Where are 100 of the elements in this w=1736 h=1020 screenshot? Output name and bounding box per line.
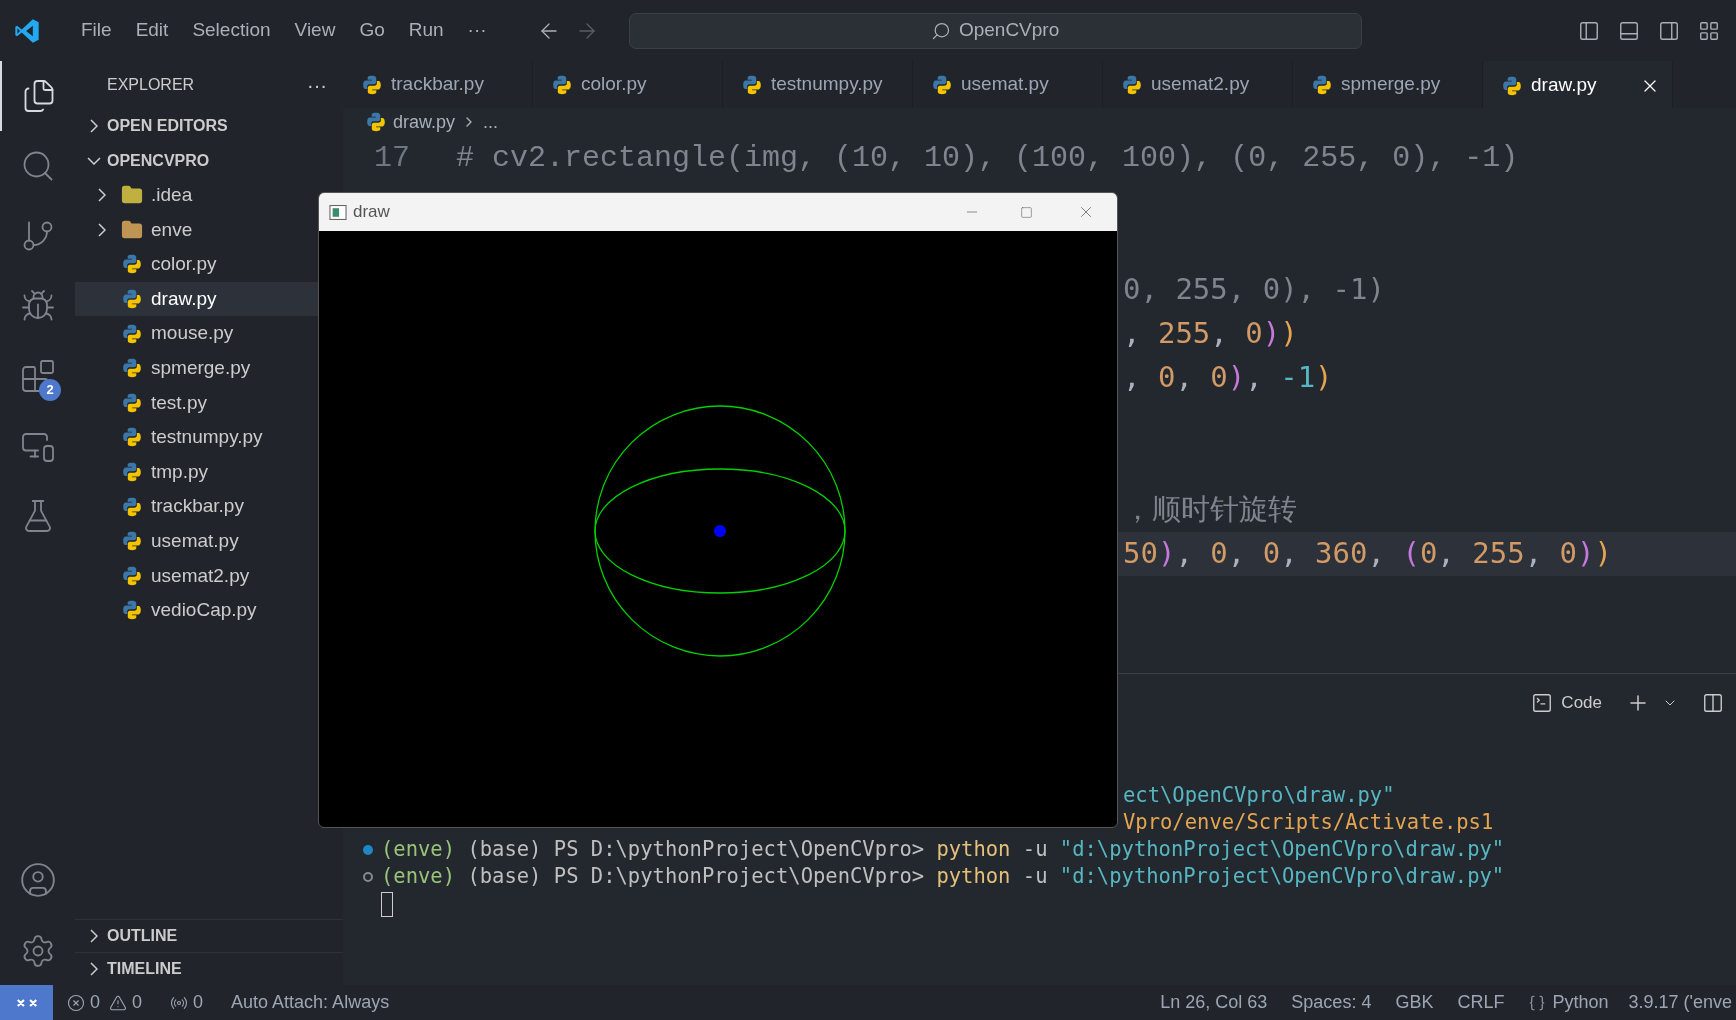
file-name: trackbar.py (151, 494, 244, 519)
file-tree-item[interactable]: spmerge.py (75, 350, 318, 386)
python-icon (121, 322, 143, 345)
braces-icon (1528, 993, 1547, 1012)
editor-tab[interactable]: usemat.py (913, 61, 1103, 108)
terminal-cursor (381, 892, 393, 917)
file-tree-item[interactable]: mouse.py (75, 316, 318, 351)
python-icon (121, 357, 143, 380)
sidebar-toggle-icon[interactable] (1578, 19, 1600, 42)
file-tree-item[interactable]: .idea (75, 178, 318, 213)
file-name: test.py (151, 390, 207, 415)
editor-tab[interactable]: testnumpy.py (723, 61, 913, 108)
chevron-right-icon (98, 188, 106, 203)
file-name: testnumpy.py (151, 425, 263, 450)
app-icon (329, 204, 347, 220)
file-tree-item[interactable]: vedioCap.py (75, 593, 318, 628)
ports-button[interactable]: 0 (170, 989, 204, 1016)
terminal-profile-button[interactable]: Code (1527, 690, 1606, 716)
menu-item[interactable]: Selection (192, 16, 271, 45)
python-icon (121, 391, 143, 414)
file-tree-item[interactable]: enve (75, 212, 318, 248)
status-item[interactable]: 3.9.17 ('enve (1628, 989, 1732, 1016)
terminal-output: Vpro/enve/Scripts/Activate.ps1 (1123, 810, 1494, 834)
window-title: draw (353, 201, 390, 224)
remote-icon (16, 998, 37, 1007)
menu-item[interactable]: File (81, 16, 112, 45)
python-icon (121, 253, 143, 276)
remote-button[interactable] (0, 985, 53, 1020)
split-icon[interactable] (1702, 692, 1724, 714)
file-tree-item[interactable]: draw.py (75, 281, 318, 317)
line-number: 17 (373, 139, 411, 177)
breadcrumb-item[interactable]: ... (483, 108, 499, 136)
file-name: enve (151, 217, 193, 242)
account-icon[interactable] (18, 861, 57, 899)
menu-item[interactable]: View (294, 16, 336, 45)
python-icon (121, 495, 143, 518)
file-tree-item[interactable]: usemat2.py (75, 558, 318, 594)
file-name: usemat2.py (151, 563, 250, 588)
terminal-icon (1531, 692, 1554, 714)
status-item[interactable]: GBK (1395, 989, 1434, 1016)
count-badge: 2 (39, 379, 61, 401)
chevron-down-icon (87, 156, 101, 165)
file-tree-item[interactable]: tmp.py (75, 454, 318, 490)
file-tree-item[interactable]: test.py (75, 385, 318, 421)
editor-tab[interactable]: trackbar.py (343, 61, 533, 108)
status-item[interactable]: Ln 26, Col 63 (1160, 989, 1268, 1016)
file-name: tmp.py (151, 459, 209, 484)
language-button[interactable]: Python (1528, 989, 1609, 1016)
python-icon (121, 599, 143, 622)
python-icon (551, 73, 573, 96)
search-icon (930, 20, 951, 41)
file-name: draw.py (151, 286, 217, 311)
file-name: spmerge.py (151, 356, 251, 380)
python-icon (1121, 73, 1143, 96)
chevron-right-icon (90, 962, 98, 976)
file-tree-item[interactable]: usemat.py (75, 523, 318, 559)
status-item[interactable]: Auto Attach: Always (231, 989, 390, 1016)
python-icon (365, 111, 387, 133)
search-field[interactable]: OpenCVpro (628, 12, 1362, 49)
terminal-command: (enve) (base) PS D:\pythonProject\OpenCVpro> python -u "d:\pythonProject\OpenCVpro\draw.py" (381, 836, 1505, 863)
terminal-command: (enve) (base) PS D:\pythonProject\OpenCVpro> python -u "d:\pythonProject\OpenCVpro\draw.py" (381, 863, 1505, 890)
menu-item[interactable]: Run (408, 16, 444, 45)
section-header[interactable]: OPENCVPRO (75, 143, 343, 178)
more-actions-button[interactable]: ··· (307, 69, 327, 100)
secondary-sidebar-icon[interactable] (1658, 19, 1680, 42)
editor-tab[interactable]: usemat2.py (1103, 61, 1293, 108)
menu-item[interactable]: Edit (135, 16, 169, 45)
file-tree-item[interactable]: color.py (75, 247, 318, 282)
python-icon (121, 426, 143, 449)
status-item[interactable]: CRLF (1457, 989, 1505, 1016)
python-icon (121, 288, 143, 311)
code-line: # cv2.rectangle(img, (10, 10), (100, 100), (0, 255, 0), -1) (455, 139, 1519, 177)
activity-button[interactable]: 2 (0, 341, 75, 411)
code-line: , 255, 0)) (1123, 315, 1298, 353)
section-header[interactable]: OUTLINE (75, 919, 343, 952)
section-header[interactable]: OPEN EDITORS (75, 108, 343, 143)
warning-icon (109, 993, 127, 1012)
menu-item[interactable]: ··· (467, 16, 487, 45)
blocks-icon (19, 358, 56, 394)
file-tree-item[interactable]: testnumpy.py (75, 420, 318, 455)
problems-button[interactable]: 0 0 (67, 989, 143, 1016)
panel-toggle-icon[interactable] (1618, 19, 1640, 42)
python-icon (121, 461, 143, 484)
python-icon (121, 564, 143, 587)
chevron-right-icon (90, 118, 98, 133)
editor-tab[interactable]: color.py (533, 61, 723, 108)
terminal-output: ect\OpenCVpro\draw.py" (1123, 783, 1395, 807)
chevron-right-icon (98, 222, 106, 237)
breadcrumb-item[interactable]: draw.py (393, 108, 456, 136)
layout-icon[interactable] (1698, 19, 1720, 42)
menu-item[interactable]: Go (359, 16, 385, 45)
file-tree-item[interactable]: trackbar.py (75, 489, 318, 524)
file-name: vedioCap.py (151, 598, 257, 623)
code-line: , 0, 0), -1) (1123, 359, 1333, 397)
python-icon (1311, 73, 1333, 96)
code-line: ，顺时针旋转 (1123, 491, 1297, 529)
python-icon (931, 73, 953, 96)
python-icon (1501, 74, 1523, 97)
file-name: .idea (151, 183, 193, 208)
status-item[interactable]: Spaces: 4 (1291, 989, 1372, 1016)
